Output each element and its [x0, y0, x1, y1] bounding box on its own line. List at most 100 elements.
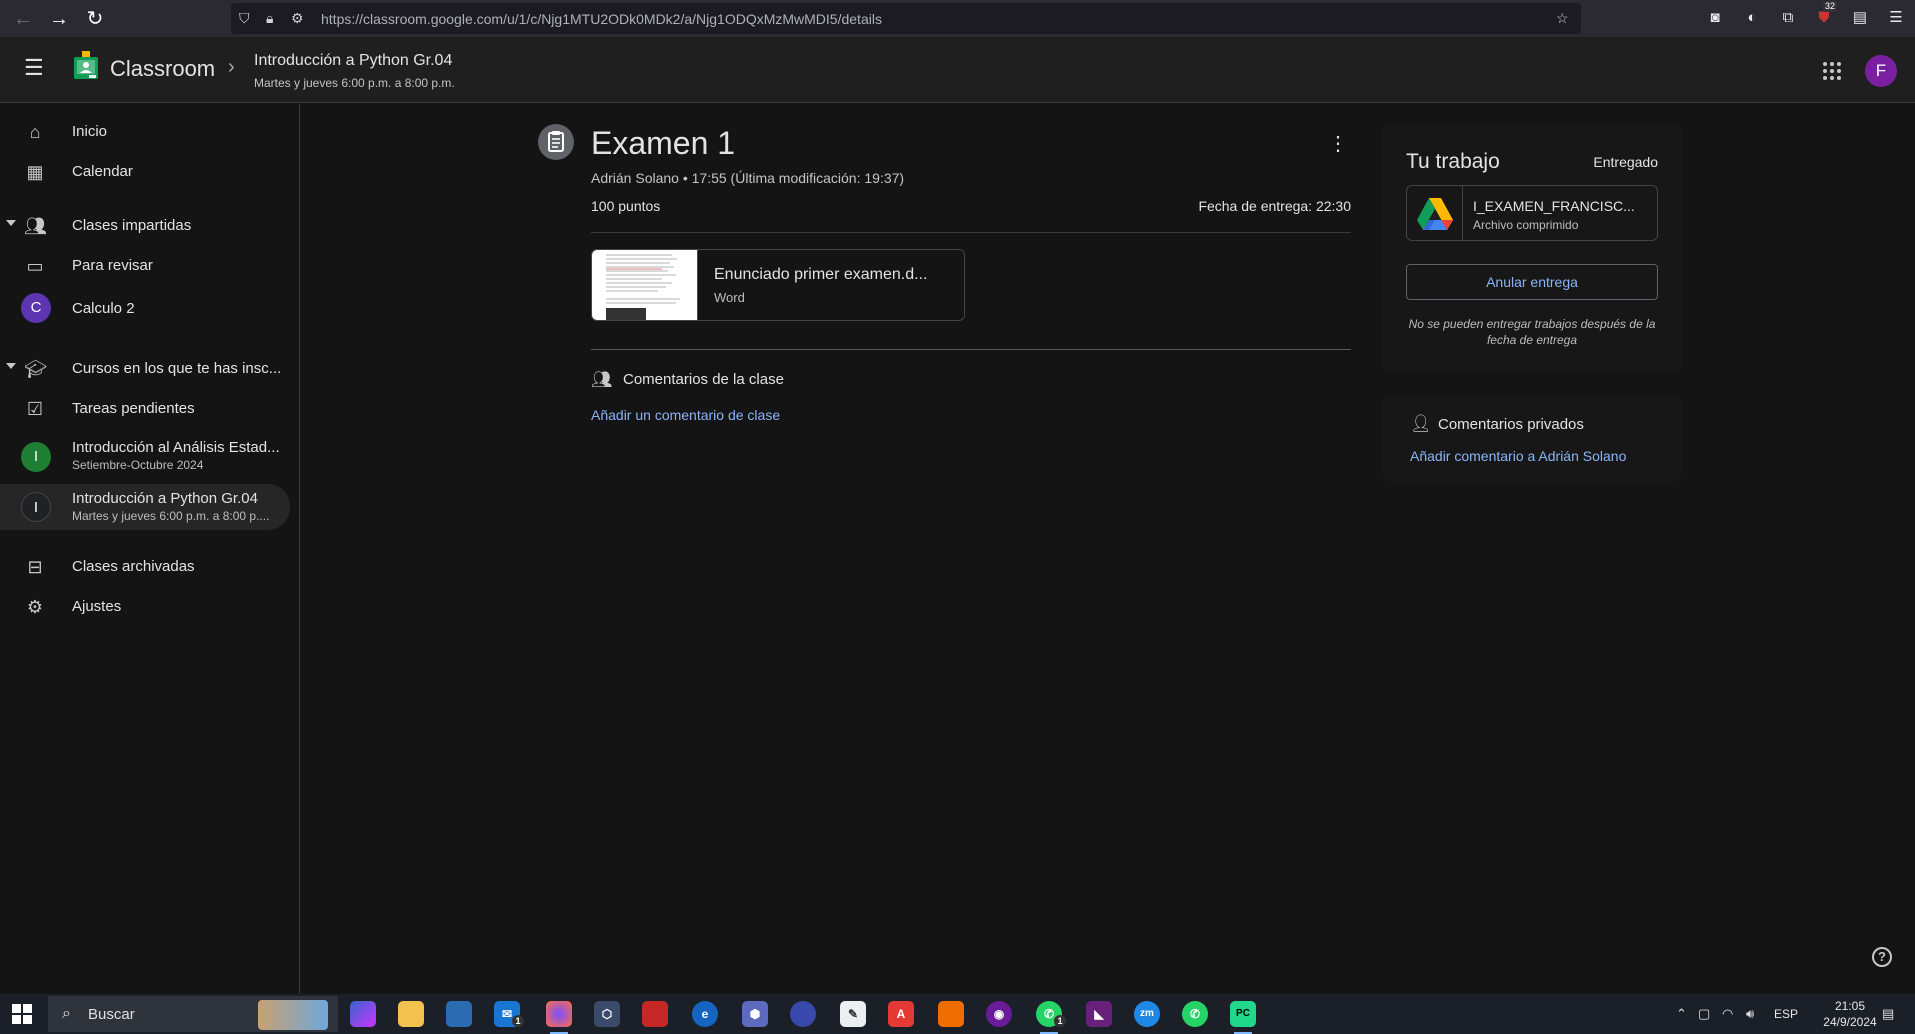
whatsapp-alt-icon[interactable]: ✆ [1182, 1001, 1208, 1027]
reload-icon[interactable]: ↻ [82, 6, 108, 32]
sidebar: ⌂ Inicio ▦ Calendar 👥︎ Clases impartidas… [0, 104, 300, 994]
sidebar-item-label: Para revisar [72, 257, 153, 274]
firefox-icon[interactable] [546, 1001, 572, 1027]
assignment-title: Examen 1 [591, 125, 736, 161]
extensions-icon[interactable]: ⧉ [1778, 8, 1798, 28]
sidebar-item-calculo[interactable]: C Calculo 2 [0, 287, 290, 331]
address-bar[interactable]: ⛉ 🔒︎ ⚙ https://classroom.google.com/u/1/… [231, 3, 1581, 34]
taskbar: ⌕ Buscar ✉ 1 ⬡ e ⬢ ✎ A ◉ ✆ 1 ◣ zm ✆ PC ⌃ ▢… [0, 994, 1915, 1034]
class-comments-title: Comentarios de la clase [623, 371, 784, 388]
submitted-file-type: Archivo comprimido [1473, 218, 1579, 232]
attachment-title[interactable]: Enunciado primer examen.d... [714, 266, 927, 284]
search-placeholder: Buscar [88, 1006, 135, 1023]
account-avatar[interactable]: F [1865, 55, 1897, 87]
bookmark-star-icon[interactable]: ☆ [1556, 10, 1569, 27]
forward-icon[interactable]: → [46, 6, 72, 32]
add-private-comment-link[interactable]: Añadir comentario a Adrián Solano [1410, 448, 1626, 464]
review-folder-icon: ▭ [26, 256, 44, 276]
checklist-icon: ☑ [26, 399, 44, 419]
expand-caret-icon[interactable] [6, 220, 16, 226]
notifications-icon[interactable]: ▤ [1882, 1006, 1894, 1022]
clock-date[interactable]: 24/9/2024 [1806, 1015, 1894, 1029]
sidebar-item-label: Tareas pendientes [72, 400, 195, 417]
whatsapp-icon[interactable]: ✆ 1 [1036, 1001, 1066, 1027]
wifi-icon[interactable]: ◠ [1722, 1006, 1733, 1022]
windows-start-icon[interactable] [12, 1004, 32, 1024]
sidebar-item-todo[interactable]: ☑ Tareas pendientes [0, 389, 290, 429]
submitted-file-name[interactable]: I_EXAMEN_FRANCISC... [1473, 198, 1635, 214]
add-class-comment-link[interactable]: Añadir un comentario de clase [591, 407, 780, 423]
taskbar-search[interactable]: ⌕ Buscar [48, 996, 338, 1032]
more-options-icon[interactable]: ⋮ [1328, 134, 1348, 154]
device-icon[interactable]: ▢ [1698, 1006, 1710, 1022]
acrobat-icon[interactable]: A [888, 1001, 914, 1027]
github-icon[interactable]: ◉ [986, 1001, 1012, 1027]
course-schedule: Martes y jueves 6:00 p.m. a 8:00 p.m. [254, 76, 455, 90]
permissions-icon[interactable]: ⚙ [291, 10, 304, 27]
expand-caret-icon[interactable] [6, 363, 16, 369]
attachment-card[interactable]: Enunciado primer examen.d... Word [591, 249, 965, 321]
sidebar-item-course-python[interactable]: I Introducción a Python Gr.04 Martes y j… [0, 484, 290, 530]
pocket-icon[interactable]: ◙ [1705, 8, 1725, 28]
sidebar-item-label: Clases impartidas [72, 217, 192, 234]
course-avatar: I [21, 492, 51, 522]
pycharm-icon[interactable]: PC [1230, 1001, 1256, 1027]
url-text[interactable]: https://classroom.google.com/u/1/c/Njg1M… [321, 11, 882, 27]
sidebar-item-settings[interactable]: ⚙ Ajustes [0, 587, 290, 627]
home-icon: ⌂ [29, 122, 41, 142]
assignment-meta: Adrián Solano • 17:55 (Última modificaci… [591, 170, 905, 186]
sidebar-item-archived[interactable]: ⊟ Clases archivadas [0, 547, 290, 587]
bird-app-icon[interactable] [790, 1001, 816, 1027]
mail-icon[interactable]: ✉ 1 [494, 1001, 524, 1027]
app-header: ☰ Classroom › Introducción a Python Gr.0… [0, 37, 1915, 103]
cube-app-icon[interactable]: ⬢ [742, 1001, 768, 1027]
person-icon: 👤︎ [1410, 414, 1432, 433]
edge-icon[interactable]: e [692, 1001, 718, 1027]
tray-chevron-icon[interactable]: ⌃ [1676, 1006, 1687, 1022]
reader-icon[interactable]: ▤ [1850, 8, 1870, 28]
whatsapp-badge: 1 [1054, 1015, 1066, 1027]
unsubmit-button[interactable]: Anular entrega [1406, 264, 1658, 300]
back-icon[interactable]: ← [10, 6, 36, 32]
app-menu-icon[interactable]: ☰ [1886, 8, 1906, 28]
visual-studio-icon[interactable]: ◣ [1086, 1001, 1112, 1027]
your-work-title: Tu trabajo [1406, 150, 1500, 173]
store-icon[interactable] [446, 1001, 472, 1027]
help-icon[interactable]: ? [1872, 947, 1892, 967]
box-app-icon[interactable]: ⬡ [594, 1001, 620, 1027]
sidebar-item-teaching[interactable]: 👥︎ Clases impartidas [0, 206, 290, 246]
breadcrumb-chevron-icon: › [228, 56, 235, 78]
submitted-file[interactable]: I_EXAMEN_FRANCISC... Archivo comprimido [1406, 185, 1658, 241]
shield-icon[interactable]: ⛉ [239, 10, 250, 27]
sidebar-item-course-estadistica[interactable]: I Introducción al Análisis Estad... Seti… [0, 434, 290, 480]
late-submission-note: No se pueden entregar trabajos después d… [1408, 317, 1656, 347]
private-comments-card: 👤︎ Comentarios privados Añadir comentari… [1382, 396, 1682, 482]
sidebar-item-calendar[interactable]: ▦ Calendar [0, 152, 290, 192]
sidebar-item-label: Ajustes [72, 598, 122, 615]
ublock-icon[interactable]: ⛊ 32 [1814, 1, 1838, 28]
brush-app-icon[interactable]: ✎ [840, 1001, 866, 1027]
apps-grid-icon[interactable] [1820, 59, 1844, 83]
sidebar-item-label: Introducción al Análisis Estad... [72, 439, 280, 456]
sidebar-item-enrolled[interactable]: 🎓︎ Cursos en los que te has insc... [0, 349, 290, 389]
language-indicator[interactable]: ESP [1774, 1007, 1798, 1021]
sidebar-item-label: Calendar [72, 163, 133, 180]
classroom-logo[interactable] [72, 49, 100, 83]
course-avatar: C [21, 293, 51, 323]
lock-icon[interactable]: 🔒︎ [266, 10, 273, 27]
app-title[interactable]: Classroom [110, 56, 215, 82]
copilot-icon[interactable] [350, 1001, 376, 1027]
course-title[interactable]: Introducción a Python Gr.04 [254, 52, 452, 70]
file-explorer-icon[interactable] [398, 1001, 424, 1027]
zoom-icon[interactable]: zm [1134, 1001, 1160, 1027]
account-sync-icon[interactable]: ◐ [1742, 8, 1762, 28]
sidebar-item-home[interactable]: ⌂ Inicio [0, 112, 290, 152]
document-thumbnail [592, 250, 698, 320]
volume-icon[interactable]: 🔊︎ [1746, 1006, 1754, 1022]
office-app-icon[interactable] [938, 1001, 964, 1027]
main-menu-icon[interactable]: ☰ [24, 57, 46, 79]
mail-badge: 1 [512, 1015, 524, 1027]
sidebar-item-to-review[interactable]: ▭ Para revisar [0, 246, 290, 286]
red-app-icon[interactable] [642, 1001, 668, 1027]
clock-time[interactable]: 21:05 [1820, 999, 1880, 1013]
